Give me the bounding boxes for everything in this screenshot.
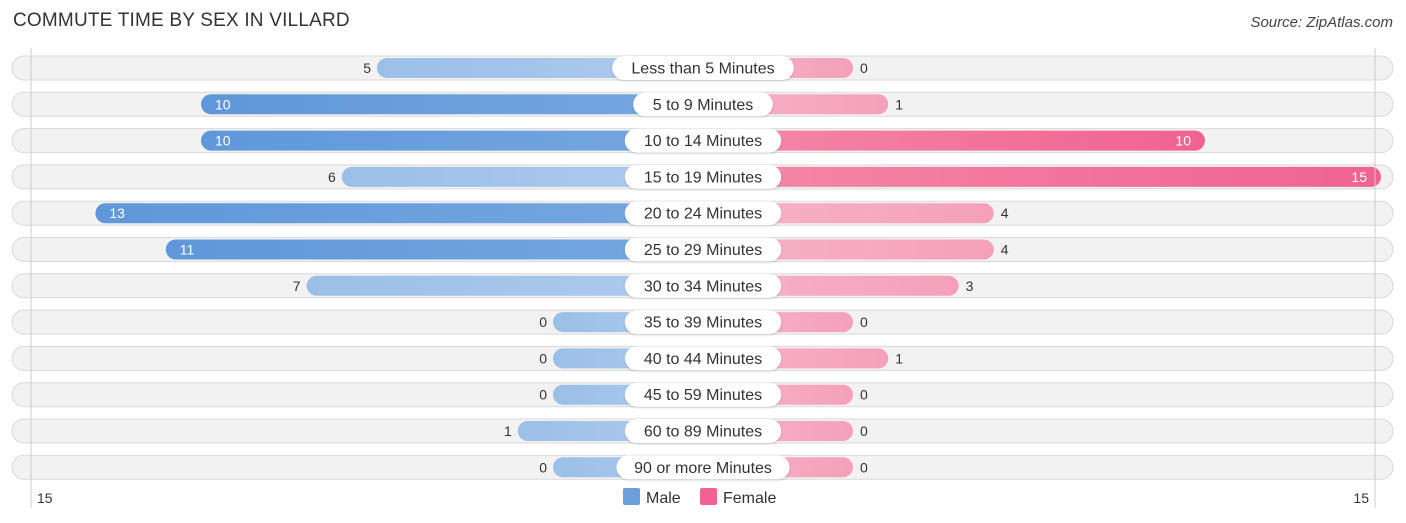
row: 13 4 20 to 24 Minutes [11,200,1394,226]
row: 10 10 10 to 14 Minutes [11,128,1394,154]
category-label: 35 to 39 Minutes [644,315,762,332]
value-label-female: 15 [1351,169,1367,185]
bar-male [165,239,704,260]
value-label-male: 0 [539,459,547,475]
value-label-female: 10 [1175,133,1191,149]
row: 10 1 5 to 9 Minutes [11,91,1394,117]
axis-label-right: 15 [1353,490,1369,506]
value-label-female: 1 [895,96,903,112]
row: 5 0 Less than 5 Minutes [11,55,1394,81]
category-label: 30 to 34 Minutes [644,278,762,295]
category-label: 60 to 89 Minutes [644,424,762,441]
bar-male [201,94,703,115]
row: 1 0 60 to 89 Minutes [11,418,1394,444]
value-label-male: 0 [539,350,547,366]
value-label-male: 5 [363,60,371,76]
legend-label-female: Female [723,490,776,507]
row: 0 0 45 to 59 Minutes [11,382,1394,408]
legend-swatch-male [623,488,640,505]
value-label-male: 13 [109,205,125,221]
legend-swatch-female [700,488,717,505]
category-label: 25 to 29 Minutes [644,242,762,259]
category-label: 10 to 14 Minutes [644,133,762,150]
category-label: 20 to 24 Minutes [644,206,762,223]
row: 0 0 90 or more Minutes [11,454,1394,480]
bar-male [95,203,703,224]
value-label-male: 6 [328,169,336,185]
value-label-male: 7 [293,278,301,294]
legend: Male Female [623,488,776,507]
row: 0 0 35 to 39 Minutes [11,309,1394,335]
chart-svg: 5 0Less than 5 Minutes10 15 to 9 Minutes10… [11,48,1394,508]
value-label-male: 0 [539,314,547,330]
value-label-female: 0 [860,423,868,439]
row: 0 1 40 to 44 Minutes [11,345,1394,371]
value-label-female: 0 [860,459,868,475]
value-label-male: 0 [539,387,547,403]
value-label-male: 10 [215,96,231,112]
value-label-female: 4 [1001,205,1009,221]
value-label-female: 0 [860,60,868,76]
category-label: 15 to 19 Minutes [644,169,762,186]
row: 11 4 25 to 29 Minutes [11,237,1394,262]
category-label: 90 or more Minutes [634,460,772,477]
row: 7 3 30 to 34 Minutes [11,273,1394,299]
category-label: Less than 5 Minutes [631,61,774,78]
value-label-female: 0 [860,387,868,403]
value-label-male: 11 [180,242,195,258]
category-label: 45 to 59 Minutes [644,387,762,404]
bar-female [703,166,1381,187]
legend-label-male: Male [646,490,681,507]
category-label: 5 to 9 Minutes [653,97,754,114]
value-label-male: 10 [215,133,231,149]
value-label-female: 0 [860,314,868,330]
axis-label-left: 15 [37,490,53,506]
value-label-female: 1 [895,350,903,366]
value-label-female: 3 [966,278,974,294]
category-label: 40 to 44 Minutes [644,351,762,368]
value-label-female: 4 [1001,242,1009,258]
row: 6 15 15 to 19 Minutes [11,164,1394,190]
value-label-male: 1 [504,423,512,439]
